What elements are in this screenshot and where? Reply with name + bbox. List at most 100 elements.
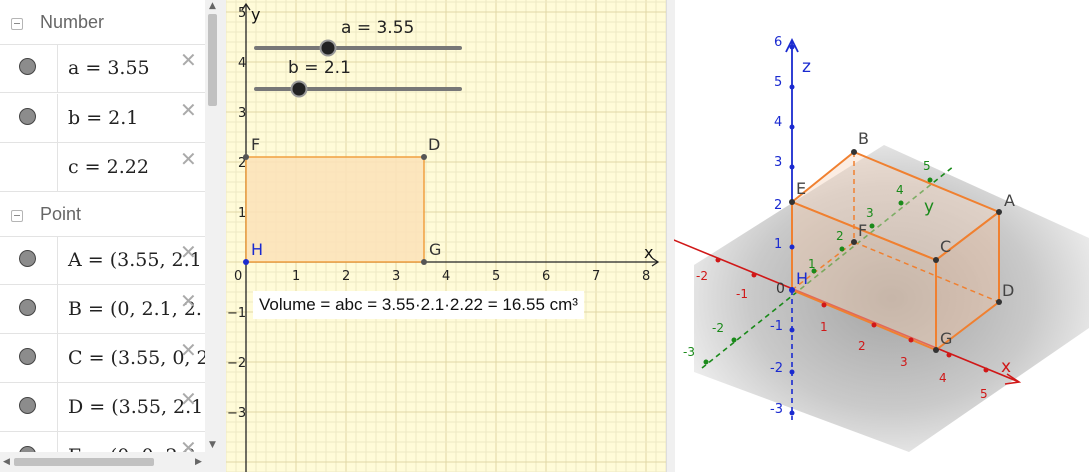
visibility-dot-icon[interactable] bbox=[19, 299, 36, 316]
rectangle-fdgh[interactable] bbox=[245, 156, 425, 263]
algebra-row[interactable]: c = 2.22 ✕ bbox=[0, 143, 205, 192]
y-tick-label: -2 bbox=[712, 321, 724, 335]
visibility-toggle[interactable] bbox=[0, 44, 58, 92]
category-point[interactable]: Point bbox=[0, 192, 205, 237]
y-tick-label: 3 bbox=[866, 206, 874, 220]
delete-icon[interactable]: ✕ bbox=[180, 340, 197, 360]
algebra-row[interactable]: b = 2.1 ✕ bbox=[0, 94, 205, 143]
visibility-dot-icon[interactable] bbox=[19, 348, 36, 365]
collapse-toggle-icon[interactable] bbox=[11, 210, 23, 222]
visibility-toggle[interactable] bbox=[0, 236, 58, 284]
x-tick-label: -2 bbox=[696, 269, 708, 283]
delete-icon[interactable]: ✕ bbox=[180, 50, 197, 70]
z-tick bbox=[789, 124, 795, 130]
visibility-dot-icon[interactable] bbox=[19, 250, 36, 267]
z-tick-label: 2 bbox=[774, 198, 782, 213]
delete-icon[interactable]: ✕ bbox=[180, 100, 197, 120]
algebra-row[interactable]: a = 3.55 ✕ bbox=[0, 44, 205, 93]
algebra-expression[interactable]: a = 3.55 bbox=[68, 57, 150, 79]
x-axis-label: x bbox=[644, 243, 653, 262]
z-tick bbox=[789, 410, 795, 416]
point-f[interactable] bbox=[243, 154, 249, 160]
delete-icon[interactable]: ✕ bbox=[180, 149, 197, 169]
z-axis-label: z bbox=[802, 57, 811, 77]
visibility-toggle[interactable] bbox=[0, 143, 58, 191]
label-h: H bbox=[251, 240, 263, 259]
algebra-row[interactable]: A = (3.55, 2.1 ✕ bbox=[0, 236, 205, 285]
x-tick-label: 4 bbox=[939, 371, 947, 385]
algebra-expression[interactable]: b = 2.1 bbox=[68, 107, 138, 129]
algebra-row[interactable]: C = (3.55, 0, 2 ✕ bbox=[0, 334, 205, 383]
slider-a-handle[interactable] bbox=[319, 39, 337, 57]
point-b-3d[interactable] bbox=[851, 149, 857, 155]
point-a-3d[interactable] bbox=[996, 209, 1002, 215]
category-label: Point bbox=[40, 204, 82, 224]
point-f-3d[interactable] bbox=[851, 239, 857, 245]
label-g-3d: G bbox=[940, 329, 952, 348]
label-d: D bbox=[428, 135, 440, 154]
visibility-toggle[interactable] bbox=[0, 285, 58, 333]
y-tick-label: −1 bbox=[227, 306, 246, 321]
y-tick bbox=[731, 337, 737, 343]
volume-text: Volume = abc = 3.55·2.1·2.22 = 16.55 cm³ bbox=[253, 291, 584, 319]
visibility-toggle[interactable] bbox=[0, 334, 58, 382]
collapse-toggle-icon[interactable] bbox=[11, 18, 23, 30]
visibility-toggle[interactable] bbox=[0, 94, 58, 142]
delete-icon[interactable]: ✕ bbox=[180, 291, 197, 311]
scroll-right-icon[interactable]: ▶ bbox=[195, 458, 202, 467]
x-tick-label: 5 bbox=[980, 387, 988, 401]
slider-b-handle[interactable] bbox=[290, 80, 308, 98]
visibility-dot-icon[interactable] bbox=[19, 108, 36, 125]
category-number[interactable]: Number bbox=[0, 0, 205, 45]
visibility-dot-icon[interactable] bbox=[19, 58, 36, 75]
x-tick-label: 4 bbox=[442, 269, 450, 284]
visibility-dot-icon[interactable] bbox=[19, 397, 36, 414]
scroll-left-icon[interactable]: ◀ bbox=[3, 458, 10, 467]
label-g: G bbox=[429, 240, 441, 259]
point-d[interactable] bbox=[421, 154, 427, 160]
point-g-3d[interactable] bbox=[933, 347, 939, 353]
graphics-3d-view[interactable]: A B C D E F G H 0 z y x 6 5 4 3 2 1 -1 -… bbox=[674, 0, 1089, 472]
point-h[interactable] bbox=[243, 259, 249, 265]
visibility-toggle[interactable] bbox=[0, 383, 58, 431]
vertical-scrollbar[interactable]: ▲ ▼ bbox=[205, 0, 220, 452]
label-d-3d: D bbox=[1002, 281, 1014, 300]
point-e-3d[interactable] bbox=[789, 199, 795, 205]
x-tick-label: -1 bbox=[736, 287, 748, 301]
y-tick bbox=[703, 359, 709, 365]
label-b-3d: B bbox=[858, 129, 869, 148]
slider-b-label: b = 2.1 bbox=[288, 58, 351, 78]
scroll-up-icon[interactable]: ▲ bbox=[209, 2, 216, 11]
label-f: F bbox=[251, 135, 260, 154]
x-tick-label: 2 bbox=[342, 269, 350, 284]
scrollbar-thumb[interactable] bbox=[14, 458, 154, 466]
label-f-3d: F bbox=[858, 221, 867, 240]
z-tick bbox=[789, 164, 795, 170]
scrollbar-thumb[interactable] bbox=[208, 14, 217, 106]
x-tick bbox=[871, 322, 877, 328]
z-tick-label: -1 bbox=[770, 319, 783, 334]
z-tick bbox=[789, 244, 795, 250]
point-g[interactable] bbox=[421, 259, 427, 265]
z-tick-label: 3 bbox=[774, 155, 782, 170]
point-h-3d[interactable] bbox=[789, 287, 795, 293]
y-tick-label: 1 bbox=[808, 257, 816, 271]
z-tick bbox=[789, 369, 795, 375]
point-c-3d[interactable] bbox=[933, 257, 939, 263]
y-tick-label: 4 bbox=[896, 183, 904, 197]
x-tick bbox=[821, 302, 827, 308]
horizontal-scrollbar[interactable]: ◀ ▶ bbox=[0, 452, 220, 472]
algebra-row[interactable]: D = (3.55, 2.1 ✕ bbox=[0, 383, 205, 432]
graphics-2d-view[interactable]: 0 1 2 3 4 5 6 7 812345−1−2−3 x y F D H G a = 3.5… bbox=[226, 0, 666, 472]
y-tick-label: 4 bbox=[238, 56, 246, 71]
x-tick-label: 2 bbox=[858, 339, 866, 353]
x-axis-label-3d: x bbox=[1001, 357, 1011, 377]
origin-label: 0 bbox=[776, 281, 785, 297]
algebra-expression[interactable]: c = 2.22 bbox=[68, 156, 149, 178]
delete-icon[interactable]: ✕ bbox=[180, 242, 197, 262]
x-tick-label: 1 bbox=[292, 269, 300, 284]
algebra-row[interactable]: B = (0, 2.1, 2. ✕ bbox=[0, 285, 205, 334]
delete-icon[interactable]: ✕ bbox=[180, 389, 197, 409]
scroll-down-icon[interactable]: ▼ bbox=[209, 441, 216, 450]
z-tick-label: 5 bbox=[774, 75, 782, 90]
